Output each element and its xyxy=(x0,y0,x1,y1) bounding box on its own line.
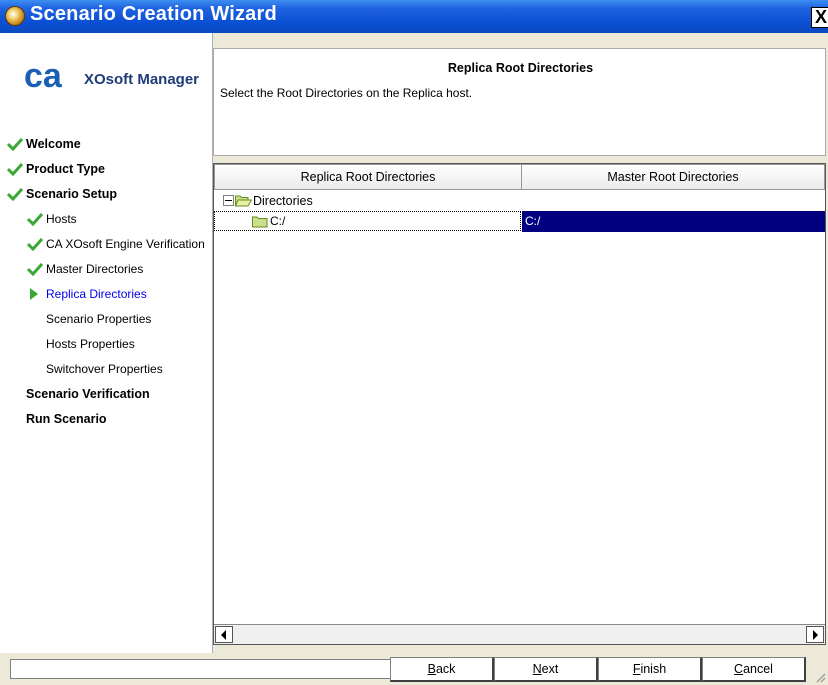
step-replica-directories: Replica Directories xyxy=(46,287,147,301)
check-icon xyxy=(7,137,23,151)
back-label-post: ack xyxy=(435,662,456,676)
tree-root-label[interactable]: Directories xyxy=(253,194,313,208)
horizontal-scrollbar[interactable] xyxy=(214,624,825,644)
master-cell[interactable]: C:/ xyxy=(522,211,825,232)
finish-label-post: inish xyxy=(640,662,667,676)
check-icon xyxy=(27,212,43,226)
step-scenario-properties: Scenario Properties xyxy=(46,312,152,326)
wizard-sidebar: ca XOsoft Manager Welcome Product Type S… xyxy=(0,33,213,653)
replica-cell[interactable]: C:/ xyxy=(214,211,521,231)
check-icon xyxy=(7,162,23,176)
table-row[interactable]: C:/ C:/ xyxy=(214,211,825,232)
replica-path: C:/ xyxy=(270,214,286,228)
step-hosts-properties: Hosts Properties xyxy=(46,337,135,351)
step-run-scenario: Run Scenario xyxy=(26,412,107,426)
folder-icon xyxy=(252,216,268,228)
status-field xyxy=(10,659,391,679)
step-product-type: Product Type xyxy=(26,162,105,176)
logo-text: XOsoft Manager xyxy=(84,71,200,88)
resize-grip-icon[interactable] xyxy=(814,671,826,683)
next-label-key: N xyxy=(532,662,542,676)
directories-grid: Replica Root Directories Master Root Dir… xyxy=(213,163,826,645)
check-icon xyxy=(7,187,23,201)
cancel-button[interactable]: Cancel xyxy=(702,657,806,682)
check-icon xyxy=(27,262,43,276)
scroll-right-button[interactable] xyxy=(806,626,824,643)
close-button[interactable]: X xyxy=(811,7,828,28)
next-label-post: ext xyxy=(541,662,559,676)
step-master-directories: Master Directories xyxy=(46,262,144,276)
current-step-arrow-icon xyxy=(30,288,38,300)
page-description: Select the Root Directories on the Repli… xyxy=(220,86,473,100)
svg-text:ca: ca xyxy=(24,59,63,91)
back-label-key: B xyxy=(427,662,436,676)
title-bar: Scenario Creation Wizard X xyxy=(0,0,828,33)
step-welcome: Welcome xyxy=(26,137,81,151)
button-bar: Back Next Finish Cancel xyxy=(0,653,828,685)
scroll-left-button[interactable] xyxy=(215,626,233,643)
window-title: Scenario Creation Wizard xyxy=(30,3,277,25)
step-switchover-properties: Switchover Properties xyxy=(46,362,163,376)
step-scenario-verification: Scenario Verification xyxy=(26,387,150,401)
page-header: Replica Root Directories Select the Root… xyxy=(213,48,826,156)
open-folder-icon xyxy=(235,195,252,207)
check-icon xyxy=(27,237,43,251)
column-header-master[interactable]: Master Root Directories xyxy=(521,164,825,190)
finish-button[interactable]: Finish xyxy=(598,657,702,682)
column-header-replica[interactable]: Replica Root Directories xyxy=(214,164,522,190)
back-button[interactable]: Back xyxy=(390,657,494,682)
step-engine-verification: CA XOsoft Engine Verification xyxy=(46,237,205,251)
step-scenario-setup: Scenario Setup xyxy=(26,187,117,201)
app-icon xyxy=(5,6,25,26)
page-title: Replica Root Directories xyxy=(447,61,594,75)
step-hosts: Hosts xyxy=(46,212,77,226)
ca-logo-icon: ca xyxy=(24,59,63,91)
next-button[interactable]: Next xyxy=(494,657,598,682)
cancel-label-key: C xyxy=(734,662,744,676)
cancel-label-post: ancel xyxy=(743,662,773,676)
collapse-icon[interactable] xyxy=(223,195,234,206)
